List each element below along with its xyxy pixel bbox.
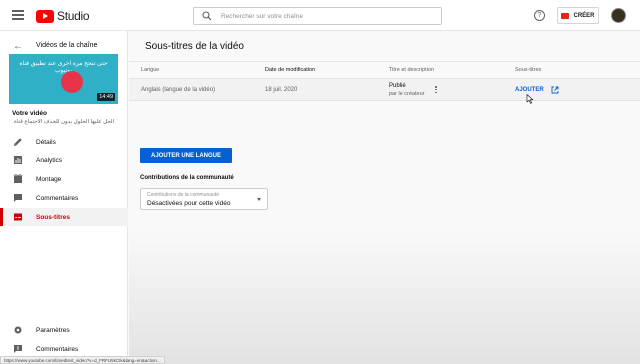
feedback-icon (14, 345, 22, 353)
video-thumbnail[interactable]: حتى تنجح مرة اخرى عند تطبيق قناة يوتيوب … (9, 54, 118, 104)
back-label: Vidéos de la chaîne (36, 42, 98, 49)
sidebar-item-details[interactable]: Détails (0, 133, 128, 151)
thumbnail-title: حتى تنجح مرة اخرى عند تطبيق قناة يوتيوب (19, 61, 108, 74)
youtube-play-icon (36, 9, 54, 23)
search-input[interactable]: Rechercher sur votre chaîne (193, 7, 442, 25)
sidebar-item-settings[interactable]: Paramètres (0, 321, 128, 339)
pencil-icon (14, 138, 22, 146)
search-placeholder: Rechercher sur votre chaîne (221, 12, 304, 20)
table-header: Langue Date de modification Titre et des… (129, 61, 640, 79)
sidebar: ← Vidéos de la chaîne حتى تنجح مرة اخرى … (0, 31, 128, 364)
your-video-label: Votre vidéo (12, 110, 47, 117)
subtitles-icon (14, 213, 22, 221)
sidebar-item-label: Montage (36, 175, 62, 183)
row-language: Anglais (langue de la vidéo) (141, 87, 216, 93)
sidebar-item-label: Détails (36, 138, 56, 146)
create-button[interactable]: CRÉER (557, 7, 599, 24)
table-row: Anglais (langue de la vidéo) 18 juil. 20… (129, 79, 640, 104)
add-language-button[interactable]: AJOUTER UNE LANGUE (140, 148, 232, 163)
gear-icon (14, 326, 22, 334)
create-label: CRÉER (573, 12, 595, 19)
select-label: Contributions de la communauté (147, 192, 219, 198)
sidebar-item-label: Commentaires (36, 194, 79, 202)
row-status-sub: par le créateur (389, 91, 425, 97)
add-subtitles-link[interactable]: AJOUTER (515, 87, 544, 93)
sidebar-item-label: Analytics (36, 156, 63, 164)
film-icon (13, 174, 23, 183)
back-arrow-icon: ← (13, 41, 23, 52)
select-value: Désactivées pour cette vidéo (147, 200, 231, 207)
back-to-videos[interactable]: ← Vidéos de la chaîne (0, 36, 128, 56)
mouse-cursor-icon (526, 94, 534, 104)
external-link-icon[interactable] (551, 86, 559, 94)
column-header-subtitles: Sous-titres (515, 67, 542, 73)
video-duration: 14:49 (97, 93, 115, 101)
bar-chart-icon (14, 156, 22, 164)
sidebar-item-label: Commentaires (36, 345, 79, 353)
sidebar-item-subtitles[interactable]: Sous-titres (0, 208, 128, 226)
hamburger-menu-icon[interactable] (12, 10, 24, 20)
sidebar-item-label: Sous-titres (36, 213, 70, 221)
row-status: Publié (389, 83, 406, 89)
status-bar-url: https://www.youtube.com/timedtext_video?… (0, 356, 165, 364)
comment-icon (14, 194, 22, 202)
main-content: Sous-titres de la vidéo Langue Date de m… (129, 31, 640, 364)
avatar[interactable] (611, 8, 626, 23)
sidebar-item-analytics[interactable]: Analytics (0, 151, 128, 169)
page-title: Sous-titres de la vidéo (145, 41, 244, 52)
column-header-title-description: Titre et description (389, 67, 435, 73)
more-options-icon[interactable] (435, 86, 437, 94)
studio-logo[interactable]: Studio (36, 9, 90, 23)
video-camera-icon (561, 12, 570, 19)
sidebar-item-label: Paramètres (36, 326, 70, 334)
column-header-date[interactable]: Date de modification (265, 67, 315, 73)
help-icon[interactable]: ? (534, 10, 545, 21)
thumbnail-graphic (61, 71, 83, 93)
top-bar: Studio Rechercher sur votre chaîne ? CRÉ… (0, 0, 640, 31)
community-contributions-select[interactable]: Contributions de la communauté Désactivé… (140, 188, 268, 210)
community-contributions-title: Contributions de la communauté (140, 175, 234, 181)
sidebar-item-comments[interactable]: Commentaires (0, 189, 128, 207)
column-header-language: Langue (141, 67, 160, 73)
studio-app: Studio Rechercher sur votre chaîne ? CRÉ… (0, 0, 640, 364)
row-date: 18 juil. 2020 (265, 87, 298, 93)
sidebar-item-montage[interactable]: Montage (0, 170, 128, 188)
video-name: الحل عليها الحلول بدون للحذف الاجتماع قن… (12, 119, 114, 125)
logo-text: Studio (57, 9, 90, 23)
chevron-down-icon (257, 198, 261, 201)
search-icon (202, 11, 212, 21)
